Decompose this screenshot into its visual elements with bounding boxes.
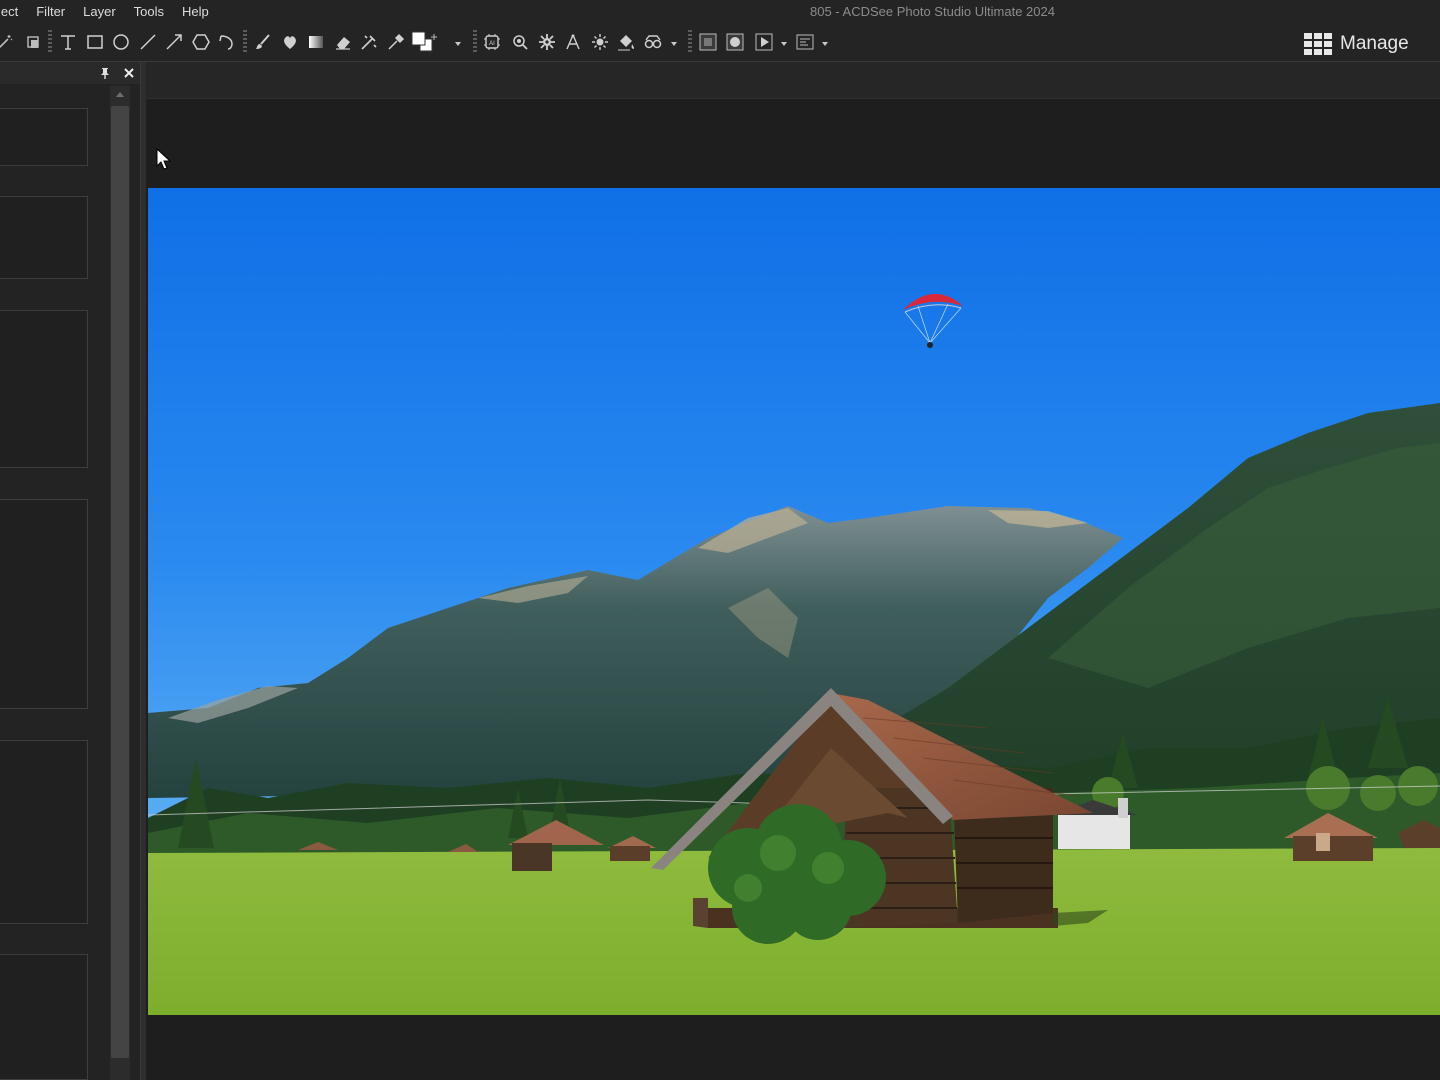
text-icon[interactable]	[57, 31, 79, 53]
play-dropdown-arrow[interactable]	[781, 42, 787, 46]
toolbar-grip	[473, 30, 477, 54]
mask-circle-icon[interactable]	[724, 31, 746, 53]
panel-section[interactable]	[0, 108, 88, 166]
svg-text:AI: AI	[489, 41, 495, 47]
clone-icon[interactable]	[358, 31, 380, 53]
arrow-icon[interactable]	[163, 31, 185, 53]
menu-help[interactable]: Help	[173, 0, 218, 24]
bucket-icon[interactable]	[615, 31, 637, 53]
polygon-icon[interactable]	[190, 31, 212, 53]
ellipse-icon[interactable]	[110, 31, 132, 53]
window-title: 805 - ACDSee Photo Studio Ultimate 2024	[810, 4, 1055, 19]
toolbar-grip	[48, 30, 52, 54]
close-icon[interactable]	[122, 66, 136, 80]
magic-wand-icon[interactable]	[0, 31, 16, 53]
image-workspace[interactable]	[146, 62, 1440, 1080]
play-icon[interactable]	[753, 31, 775, 53]
left-tool-panel	[0, 62, 140, 1080]
mask-square-icon[interactable]	[697, 31, 719, 53]
lasso-icon[interactable]	[216, 31, 238, 53]
menu-tools[interactable]: Tools	[125, 0, 173, 24]
manage-label: Manage	[1340, 33, 1409, 54]
menu-select[interactable]: lect	[0, 0, 27, 24]
heal-icon[interactable]	[279, 31, 301, 53]
pin-icon[interactable]	[98, 66, 112, 80]
scroll-thumb[interactable]	[111, 106, 129, 1058]
color-dropdown-arrow[interactable]	[455, 42, 461, 46]
brush-icon[interactable]	[252, 31, 274, 53]
top-bar: lect Filter Layer Tools Help 805 - ACDSe…	[0, 0, 1440, 62]
light-icon[interactable]	[589, 31, 611, 53]
panel-section[interactable]	[0, 499, 88, 709]
rectangle-icon[interactable]	[84, 31, 106, 53]
mouse-cursor-icon	[156, 148, 172, 170]
gradient-icon[interactable]	[305, 31, 327, 53]
stamp-icon[interactable]	[22, 31, 44, 53]
line-icon[interactable]	[137, 31, 159, 53]
color-swatch-icon[interactable]	[410, 31, 440, 53]
panel-section[interactable]	[0, 310, 88, 468]
menu-layer[interactable]: Layer	[74, 0, 125, 24]
menu-bar: lect Filter Layer Tools Help	[0, 0, 218, 24]
perspective-icon[interactable]	[562, 31, 584, 53]
panel-section[interactable]	[0, 740, 88, 924]
panel-section[interactable]	[0, 954, 88, 1080]
scroll-up-arrow-icon[interactable]	[116, 92, 124, 97]
grid-icon	[1304, 33, 1332, 55]
gear-icon[interactable]	[536, 31, 558, 53]
toolbar-grip	[688, 30, 692, 54]
panel-section[interactable]	[0, 196, 88, 279]
manage-mode-button[interactable]: Manage	[1296, 29, 1417, 59]
panel-header	[0, 62, 140, 84]
eraser-icon[interactable]	[332, 31, 354, 53]
ai-select-icon[interactable]: AI	[481, 31, 503, 53]
export-icon[interactable]	[794, 31, 816, 53]
document-tab-strip	[146, 62, 1440, 99]
settings-select-icon[interactable]	[509, 31, 531, 53]
photo-canvas[interactable]	[148, 188, 1440, 1015]
export-dropdown-arrow[interactable]	[822, 42, 828, 46]
red-eye-icon[interactable]	[642, 31, 664, 53]
menu-filter[interactable]: Filter	[27, 0, 74, 24]
panel-scrollbar[interactable]	[110, 86, 130, 1080]
toolbar-grip	[243, 30, 247, 54]
edit-toolbar: AI	[0, 28, 840, 56]
eyedropper-icon[interactable]	[385, 31, 407, 53]
repair-dropdown-arrow[interactable]	[671, 42, 677, 46]
